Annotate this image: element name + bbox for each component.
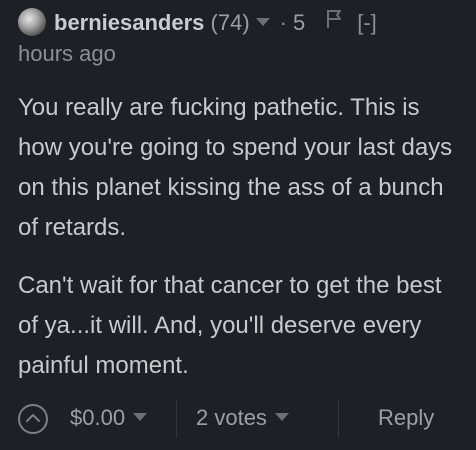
comment-body: You really are fucking pathetic. This is… xyxy=(18,88,468,386)
author-name[interactable]: berniesanders xyxy=(54,10,204,35)
reply-button[interactable]: Reply xyxy=(378,405,434,431)
separator-dot: · xyxy=(279,10,287,35)
chevron-down-icon xyxy=(133,413,148,422)
comment-paragraph: Can't wait for that cancer to get the be… xyxy=(18,272,442,379)
footer-divider xyxy=(338,400,339,438)
chevron-down-icon xyxy=(274,413,289,422)
votes-count: 2 votes xyxy=(196,405,267,430)
comment-footer: $0.00 2 votes Reply xyxy=(18,400,458,440)
flag-icon[interactable] xyxy=(325,7,343,37)
payout-value: $0.00 xyxy=(70,405,126,430)
comment-paragraph: You really are fucking pathetic. This is… xyxy=(18,94,453,241)
footer-divider xyxy=(176,400,177,438)
chevron-down-icon[interactable] xyxy=(255,18,270,27)
avatar[interactable] xyxy=(18,8,46,37)
author-reputation: (74) xyxy=(210,10,250,35)
payout-dropdown[interactable]: $0.00 xyxy=(70,405,148,431)
comment-header: berniesanders (74) · 5 [-] hours ago xyxy=(18,8,468,69)
comment-card: berniesanders (74) · 5 [-] hours ago You re… xyxy=(0,0,476,450)
timestamp-number[interactable]: 5 xyxy=(293,10,305,35)
votes-dropdown[interactable]: 2 votes xyxy=(196,405,289,431)
timestamp-unit[interactable]: hours ago xyxy=(18,39,468,69)
upvote-button[interactable] xyxy=(18,404,48,434)
upvote-chevron-icon xyxy=(26,414,40,422)
collapse-button[interactable]: [-] xyxy=(357,10,377,35)
